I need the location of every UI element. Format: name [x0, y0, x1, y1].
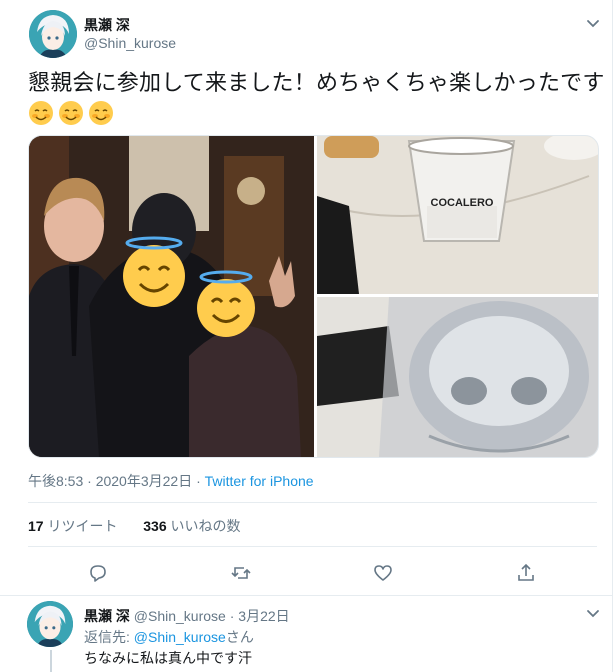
retweets-stat[interactable]: 17 リツイート — [28, 518, 117, 534]
smiling-face-emoji-group — [28, 99, 118, 134]
reply-header: 黒瀬 深 @Shin_kurose · 3月22日 — [84, 606, 290, 626]
photo-group-at-bar[interactable] — [29, 136, 314, 457]
share-icon[interactable] — [515, 562, 537, 584]
reply-icon[interactable] — [87, 562, 109, 584]
glass-label: COCALERO — [431, 197, 494, 209]
likes-stat[interactable]: 336 いいねの数 — [143, 518, 240, 534]
reply-avatar[interactable] — [27, 601, 73, 647]
reply-dot: · — [229, 608, 235, 624]
heart-icon[interactable] — [372, 562, 394, 584]
source-link[interactable]: Twitter for iPhone — [205, 473, 314, 489]
author-handle[interactable]: @Shin_kurose — [84, 35, 176, 51]
author-display-name[interactable]: 黒瀬 深 — [84, 15, 130, 35]
smiling-face-icon — [29, 101, 113, 125]
thread-line — [50, 650, 52, 672]
divider — [28, 546, 597, 547]
photo-skull-decanter[interactable] — [317, 297, 598, 457]
tweet-text: 懇親会に参加して来ました！めちゃくちゃ楽しかったです — [28, 71, 605, 96]
photo-shot-glass[interactable]: COCALERO — [317, 136, 598, 294]
replying-to: 返信先: @Shin_kuroseさん — [84, 629, 254, 645]
tweet-stats: 17 リツイート 336 いいねの数 — [28, 516, 241, 536]
chevron-down-icon[interactable] — [584, 14, 602, 32]
divider — [28, 502, 597, 503]
media-grid[interactable]: COCALERO — [28, 135, 599, 458]
retweet-icon[interactable] — [230, 562, 252, 584]
avatar[interactable] — [29, 10, 77, 58]
divider — [0, 595, 612, 596]
reply-chevron-down-icon[interactable] — [584, 604, 602, 622]
reply-handle[interactable]: @Shin_kurose — [134, 608, 226, 624]
tweet-detail-view: 黒瀬 深 @Shin_kurose 懇親会に参加して来ました！めちゃくちゃ楽しか… — [0, 0, 613, 672]
reply-display-name[interactable]: 黒瀬 深 — [84, 608, 130, 624]
reply-text: ちなみに私は真ん中です汗 — [84, 650, 252, 666]
replying-to-mention[interactable]: @Shin_kurose — [134, 629, 226, 645]
timestamp[interactable]: 午後8:53 · 2020年3月22日 · — [28, 473, 205, 489]
reply-date[interactable]: 3月22日 — [238, 608, 289, 624]
tweet-meta: 午後8:53 · 2020年3月22日 · Twitter for iPhone — [28, 471, 314, 491]
